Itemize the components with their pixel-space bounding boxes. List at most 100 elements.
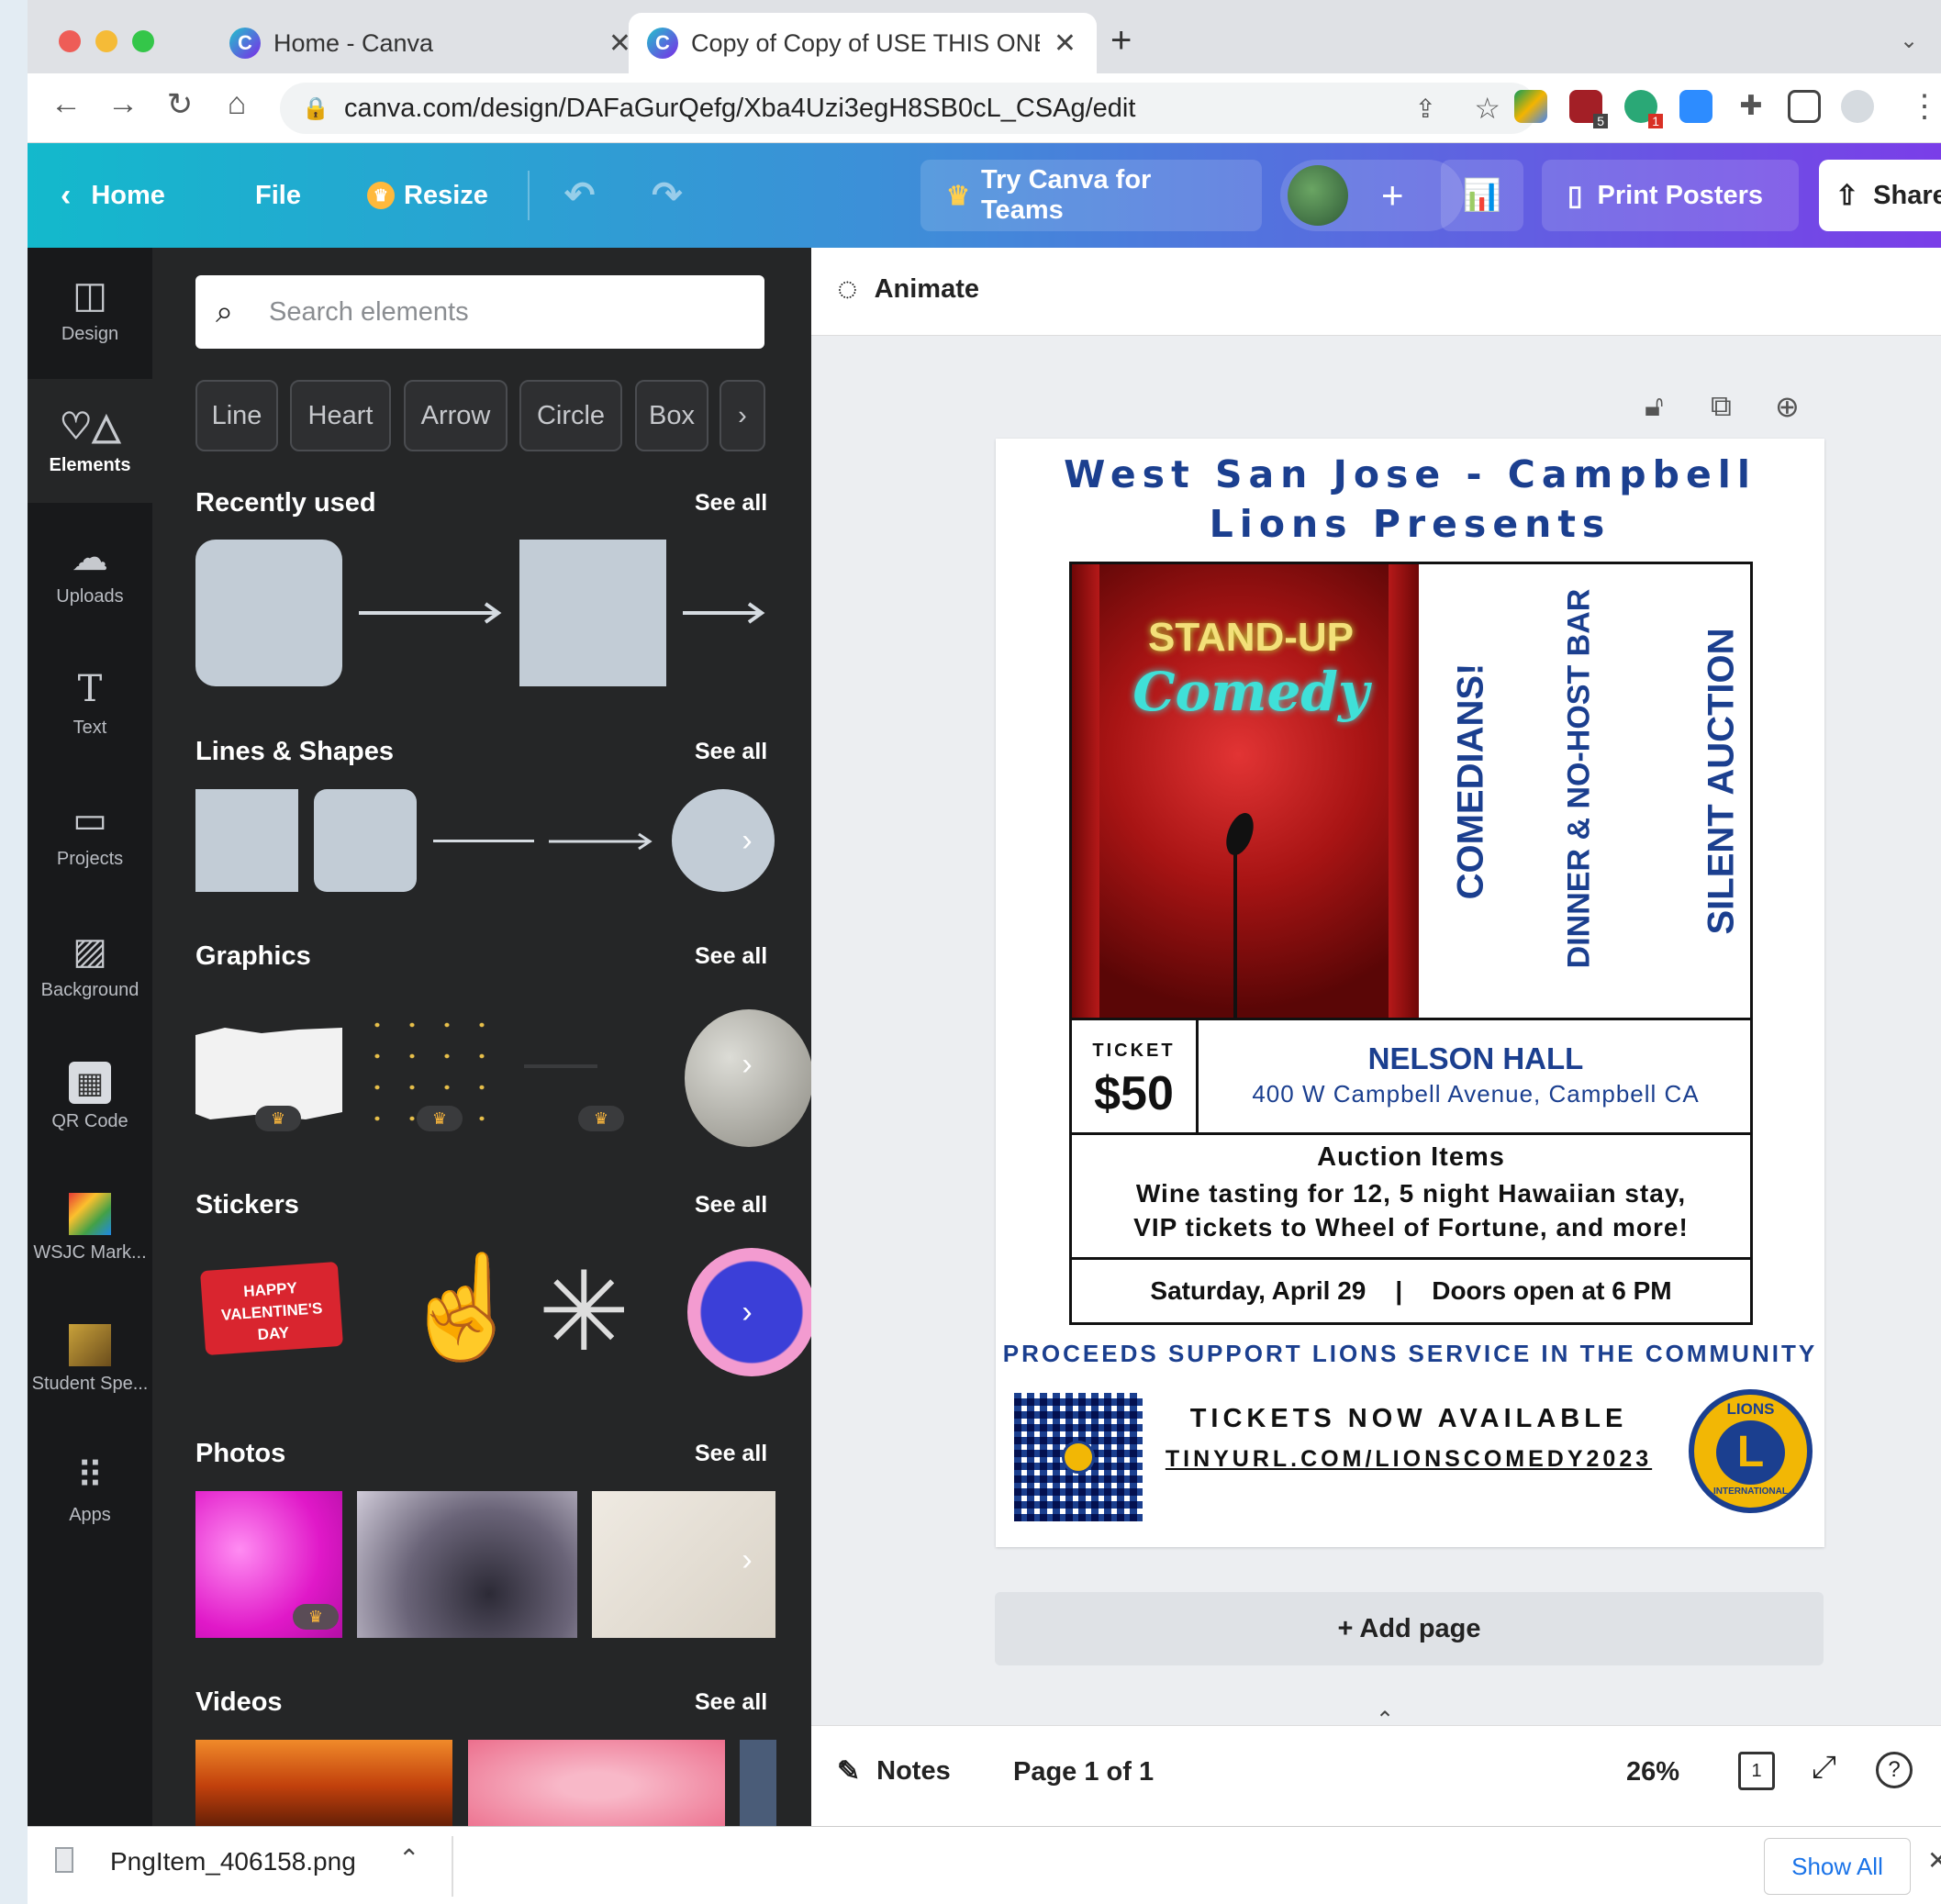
dinner-bar-text[interactable]: DINNER & NO-HOST BAR (1562, 563, 1598, 995)
tickets-available-text[interactable]: TICKETS NOW AVAILABLE (1161, 1404, 1657, 1434)
share-button[interactable]: ⇧ Share (1819, 160, 1941, 231)
close-tab-icon[interactable]: ✕ (1054, 28, 1076, 60)
arrow-line-element[interactable] (683, 601, 765, 625)
side-panel-icon[interactable] (1788, 90, 1821, 123)
venue-name[interactable]: NELSON HALL (1201, 1041, 1750, 1076)
ublock-extension-icon[interactable]: 5 (1569, 90, 1608, 128)
silent-auction-text[interactable]: SILENT AUCTION (1701, 598, 1743, 965)
doors-time[interactable]: Doors open at 6 PM (1432, 1276, 1671, 1306)
tab-list-chevron-icon[interactable]: ⌄ (1900, 28, 1918, 54)
add-collaborator-button[interactable]: + (1381, 173, 1404, 217)
notes-button[interactable]: ✎ Notes (837, 1755, 951, 1787)
fullscreen-icon[interactable]: ⤢ (1812, 1750, 1836, 1786)
chip-arrow[interactable]: Arrow (404, 380, 508, 451)
reload-button[interactable]: ↻ (160, 86, 200, 123)
next-arrow-icon[interactable]: › (729, 1285, 765, 1340)
rail-item-projects[interactable]: ▭ Projects (28, 773, 152, 896)
try-canva-teams-button[interactable]: ♛ Try Canva for Teams (920, 160, 1262, 231)
grid-view-button[interactable]: 1 (1738, 1752, 1775, 1790)
square-element[interactable] (195, 789, 298, 892)
new-tab-button[interactable]: + (1110, 20, 1132, 61)
resize-button[interactable]: ♛ Resize (367, 143, 488, 248)
rail-item-apps[interactable]: ⠿ Apps (28, 1429, 152, 1553)
lock-page-icon[interactable]: 🔓︎ (1645, 389, 1664, 424)
faint-graphic[interactable] (524, 1064, 597, 1068)
video-thumbnail-fire[interactable] (195, 1740, 452, 1826)
search-input[interactable]: ⌕ Search elements (195, 275, 764, 349)
add-page-button[interactable]: + Add page (995, 1592, 1824, 1665)
bookmark-star-icon[interactable]: ☆ (1474, 91, 1500, 126)
rail-item-design[interactable]: ◫ Design (28, 248, 152, 372)
animate-button[interactable]: ◌ Animate (837, 270, 979, 309)
qr-code-image[interactable] (1014, 1393, 1143, 1521)
rail-item-student-spe[interactable]: Student Spe... (28, 1297, 152, 1421)
download-options-chevron-icon[interactable]: ⌃ (398, 1843, 419, 1874)
chip-box[interactable]: Box (635, 380, 708, 451)
comedians-text[interactable]: COMEDIANS! (1451, 644, 1492, 919)
home-button[interactable]: ⌂ (217, 86, 257, 122)
starburst-sticker[interactable]: ✳ (538, 1257, 630, 1367)
back-button[interactable]: ← (46, 86, 86, 122)
undo-button[interactable]: ↶ (564, 143, 596, 248)
forward-button[interactable]: → (103, 86, 143, 122)
next-arrow-icon[interactable]: › (729, 1037, 765, 1092)
minimize-window-button[interactable] (95, 30, 117, 52)
maximize-window-button[interactable] (132, 30, 154, 52)
poster-page[interactable]: West San Jose - Campbell Lions Presents … (996, 439, 1824, 1547)
rail-item-qr-code[interactable]: ▦ QR Code (28, 1035, 152, 1159)
duplicate-page-icon[interactable]: ⧉ (1711, 389, 1732, 424)
chip-circle[interactable]: Circle (519, 380, 622, 451)
home-button[interactable]: ‹ Home (61, 143, 165, 248)
auction-line-1[interactable]: Wine tasting for 12, 5 night Hawaiian st… (1072, 1179, 1750, 1208)
auction-title[interactable]: Auction Items (1072, 1142, 1750, 1173)
comedy-stage-image[interactable]: STAND-UP Comedy (1072, 564, 1419, 1018)
google-drive-extension-icon[interactable] (1514, 90, 1547, 123)
rail-item-wsjc-mark[interactable]: WSJC Mark... (28, 1166, 152, 1290)
extensions-puzzle-icon[interactable]: ✚ (1735, 90, 1768, 123)
pointing-hand-sticker[interactable]: ☝ (400, 1257, 526, 1358)
square-element[interactable] (519, 540, 666, 686)
redo-button[interactable]: ↷ (652, 143, 683, 248)
auction-line-2[interactable]: VIP tickets to Wheel of Fortune, and mor… (1072, 1213, 1750, 1242)
rail-item-text[interactable]: T Text (28, 641, 152, 765)
chip-line[interactable]: Line (195, 380, 278, 451)
next-arrow-icon[interactable]: › (729, 1532, 765, 1587)
download-filename[interactable]: PngItem_406158.png (110, 1847, 356, 1876)
arrow-line-element[interactable] (549, 830, 655, 853)
url-field[interactable]: 🔒 canva.com/design/DAFaGurQefg/Xba4Uzi3e… (280, 83, 1537, 134)
user-avatar[interactable] (1288, 165, 1348, 226)
poster-title[interactable]: West San Jose - Campbell Lions Presents (996, 450, 1824, 549)
grammarly-extension-icon[interactable]: 1 (1624, 90, 1663, 128)
rail-item-uploads[interactable]: ☁ Uploads (28, 510, 152, 634)
chips-next-button[interactable]: › (720, 380, 765, 451)
zoom-extension-icon[interactable] (1679, 90, 1712, 123)
tinyurl-link[interactable]: TINYURL.COM/LIONSCOMEDY2023 (1161, 1446, 1657, 1473)
video-thumbnail-droplets[interactable] (468, 1740, 725, 1826)
chip-heart[interactable]: Heart (290, 380, 391, 451)
browser-menu-icon[interactable]: ⋮ (1909, 88, 1940, 125)
video-thumbnail-partial[interactable] (740, 1740, 776, 1826)
tab-design[interactable]: C Copy of Copy of USE THIS ONE ✕ (629, 13, 1097, 73)
see-all-link[interactable]: See all (695, 1689, 767, 1716)
rail-item-background[interactable]: ▨ Background (28, 904, 152, 1028)
event-date[interactable]: Saturday, April 29 (1150, 1276, 1366, 1306)
rounded-square-element[interactable] (314, 789, 417, 892)
ticket-price[interactable]: $50 (1072, 1066, 1196, 1121)
see-all-link[interactable]: See all (695, 1441, 767, 1467)
close-download-bar-icon[interactable]: ✕ (1927, 1845, 1941, 1876)
help-icon[interactable]: ? (1876, 1752, 1913, 1788)
close-window-button[interactable] (59, 30, 81, 52)
valentines-sticker[interactable]: HAPPY VALENTINE'S DAY (199, 1261, 344, 1356)
proceeds-text[interactable]: PROCEEDS SUPPORT LIONS SERVICE IN THE CO… (996, 1340, 1824, 1368)
line-element[interactable] (433, 840, 534, 842)
see-all-link[interactable]: See all (695, 943, 767, 970)
add-page-icon[interactable]: ⊕ (1775, 389, 1800, 424)
arrow-line-element[interactable] (359, 601, 506, 625)
see-all-link[interactable]: See all (695, 490, 767, 517)
rail-item-elements[interactable]: ♡△ Elements (28, 379, 152, 503)
ticket-label[interactable]: TICKET (1072, 1041, 1196, 1062)
zoom-level[interactable]: 26% (1626, 1757, 1679, 1787)
print-posters-button[interactable]: ▯ Print Posters (1542, 160, 1799, 231)
rounded-square-element[interactable] (195, 540, 342, 686)
tab-home[interactable]: C Home - Canva ✕ (211, 13, 652, 73)
